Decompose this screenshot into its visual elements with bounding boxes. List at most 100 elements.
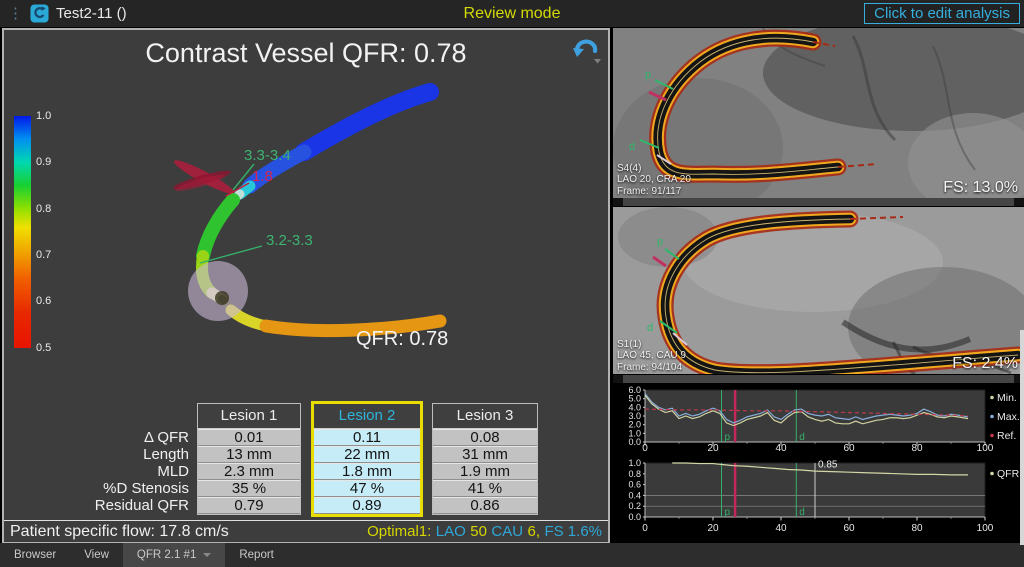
title-bar: ⋮ Test2-11 () Review mode Click to edit … <box>0 0 1024 27</box>
table-cell: 0.79 <box>198 497 300 514</box>
table-cell: 0.01 <box>198 429 300 446</box>
svg-text:0.4: 0.4 <box>628 490 641 500</box>
lesion-3-header[interactable]: Lesion 3 <box>433 404 537 429</box>
status-strip: Patient specific flow: 17.8 cm/s Optimal… <box>4 520 608 542</box>
svg-text:0: 0 <box>642 523 648 534</box>
frame-scrubber-2[interactable] <box>613 375 1024 383</box>
table-cell: 0.86 <box>433 497 537 514</box>
frame-counter: Frame: 94/104 <box>617 362 686 374</box>
table-cell: 47 % <box>314 480 420 497</box>
table-cell: 2.3 mm <box>198 463 300 480</box>
svg-text:80: 80 <box>911 523 923 534</box>
table-cell: 31 mm <box>433 446 537 463</box>
svg-text:5.0: 5.0 <box>628 394 641 404</box>
bottom-tab-bar: Browser View QFR 2.1 #1 Report <box>0 543 1024 567</box>
table-cell: 13 mm <box>198 446 300 463</box>
lesion-2-header[interactable]: Lesion 2 <box>314 404 420 429</box>
angulation: LAO 45, CAU 9 <box>617 350 686 362</box>
table-cell: 0.11 <box>314 429 420 446</box>
svg-text:0.6: 0.6 <box>628 480 641 490</box>
optimal-lao-value: 50 <box>470 523 487 540</box>
fs-value: FS: 2.4% <box>952 355 1018 373</box>
svg-text:d: d <box>799 507 805 518</box>
svg-text:40: 40 <box>775 523 787 534</box>
svg-text:Max.: Max. <box>997 411 1020 423</box>
vessel-3d-panel: Contrast Vessel QFR: 0.78 1.0 0.9 0.8 0.… <box>2 28 610 544</box>
optimal-fs: FS 1.6% <box>544 523 602 540</box>
scrub-left-end[interactable] <box>613 375 623 383</box>
lesion-3-column[interactable]: Lesion 3 0.08 31 mm 1.9 mm 41 % 0.86 <box>432 403 538 515</box>
svg-text:p: p <box>725 432 731 443</box>
svg-text:0.85: 0.85 <box>818 459 838 470</box>
svg-text:3.0: 3.0 <box>628 411 641 421</box>
svg-text:4.0: 4.0 <box>628 402 641 412</box>
table-cell: 1.9 mm <box>433 463 537 480</box>
svg-text:d: d <box>799 432 805 443</box>
angio-views-column: p d S4(4) LAO 20, CRA 20 Frame: 91/117 F… <box>613 28 1024 545</box>
segment-label-a: 3.3-3.4 <box>244 147 291 164</box>
vessel-qfr-label: QFR: 0.78 <box>356 328 448 351</box>
svg-text:0.8: 0.8 <box>628 469 641 479</box>
svg-text:60: 60 <box>843 443 855 454</box>
tab-browser[interactable]: Browser <box>0 543 70 567</box>
angio-2-meta: S1(1) LAO 45, CAU 9 Frame: 94/104 <box>617 339 686 374</box>
svg-text:d: d <box>629 141 635 153</box>
angio-view-1[interactable]: p d S4(4) LAO 20, CRA 20 Frame: 91/117 F… <box>613 28 1024 198</box>
svg-text:p: p <box>645 69 651 81</box>
svg-text:d: d <box>647 322 653 334</box>
optimal-cau: CAU <box>491 523 523 540</box>
table-cell: 0.08 <box>433 429 537 446</box>
frame-scrubber-1[interactable] <box>613 198 1024 206</box>
ref-diameter-label: 1.8 <box>252 168 273 185</box>
svg-text:QFR: QFR <box>997 468 1020 480</box>
svg-text:20: 20 <box>707 443 719 454</box>
diameter-plot: 0.01.02.03.04.05.06.0020406080100pdMin.M… <box>613 385 1024 457</box>
lesion-2-column-selected[interactable]: Lesion 2 0.11 22 mm 1.8 mm 47 % 0.89 <box>311 401 423 517</box>
table-cell: 0.89 <box>314 497 420 514</box>
table-cell: 41 % <box>433 480 537 497</box>
lesion-1-column[interactable]: Lesion 1 0.01 13 mm 2.3 mm 35 % 0.79 <box>197 403 301 515</box>
svg-text:Ref.: Ref. <box>997 430 1016 442</box>
frame-counter: Frame: 91/117 <box>617 186 691 198</box>
table-cell: 1.8 mm <box>314 463 420 480</box>
patient-flow-label: Patient specific flow: 17.8 cm/s <box>10 523 229 541</box>
svg-text:0.0: 0.0 <box>628 512 641 522</box>
svg-text:2.0: 2.0 <box>628 420 641 430</box>
angio-view-2[interactable]: p d S1(1) LAO 45, CAU 9 Frame: 94/104 FS… <box>613 207 1024 374</box>
row-label: Length <box>4 446 189 463</box>
svg-text:20: 20 <box>707 523 719 534</box>
angulation: LAO 20, CRA 20 <box>617 174 691 186</box>
lesion-row-labels: Δ QFR Length MLD %D Stenosis Residual QF… <box>4 429 189 514</box>
scrub-left-end[interactable] <box>613 198 623 206</box>
row-label: Δ QFR <box>4 429 189 446</box>
right-scrollbar[interactable] <box>1020 330 1024 545</box>
optimal-lao: LAO <box>436 523 466 540</box>
row-label: Residual QFR <box>4 497 189 514</box>
edit-analysis-button[interactable]: Click to edit analysis <box>864 3 1020 24</box>
qfr-analysis-app: ⋮ Test2-11 () Review mode Click to edit … <box>0 0 1024 567</box>
svg-text:Min.: Min. <box>997 392 1017 404</box>
svg-text:100: 100 <box>977 523 994 534</box>
tab-qfr-analysis[interactable]: QFR 2.1 #1 <box>123 543 225 567</box>
series-id: S1(1) <box>617 339 686 351</box>
svg-text:1.0: 1.0 <box>628 428 641 438</box>
svg-text:0.0: 0.0 <box>628 437 641 447</box>
svg-text:0.2: 0.2 <box>628 501 641 511</box>
lesion-1-header[interactable]: Lesion 1 <box>198 404 300 429</box>
svg-text:0: 0 <box>642 443 648 454</box>
scrub-right-end[interactable] <box>1014 198 1024 206</box>
svg-text:1.0: 1.0 <box>628 458 641 468</box>
chevron-down-icon <box>203 553 211 557</box>
tab-report[interactable]: Report <box>225 543 288 567</box>
optimal-prefix: Optimal1: <box>367 523 431 540</box>
svg-text:40: 40 <box>775 443 787 454</box>
angio-1-meta: S4(4) LAO 20, CRA 20 Frame: 91/117 <box>617 163 691 198</box>
row-label: MLD <box>4 463 189 480</box>
svg-text:6.0: 6.0 <box>628 385 641 395</box>
tab-view[interactable]: View <box>70 543 123 567</box>
qfr-plot: 0.00.20.40.60.81.0020406080100pd0.85QFR <box>613 457 1024 545</box>
fs-value: FS: 13.0% <box>943 179 1018 197</box>
optimal-cau-value: 6, <box>528 523 541 540</box>
svg-text:60: 60 <box>843 523 855 534</box>
segment-label-b: 3.2-3.3 <box>266 232 313 249</box>
